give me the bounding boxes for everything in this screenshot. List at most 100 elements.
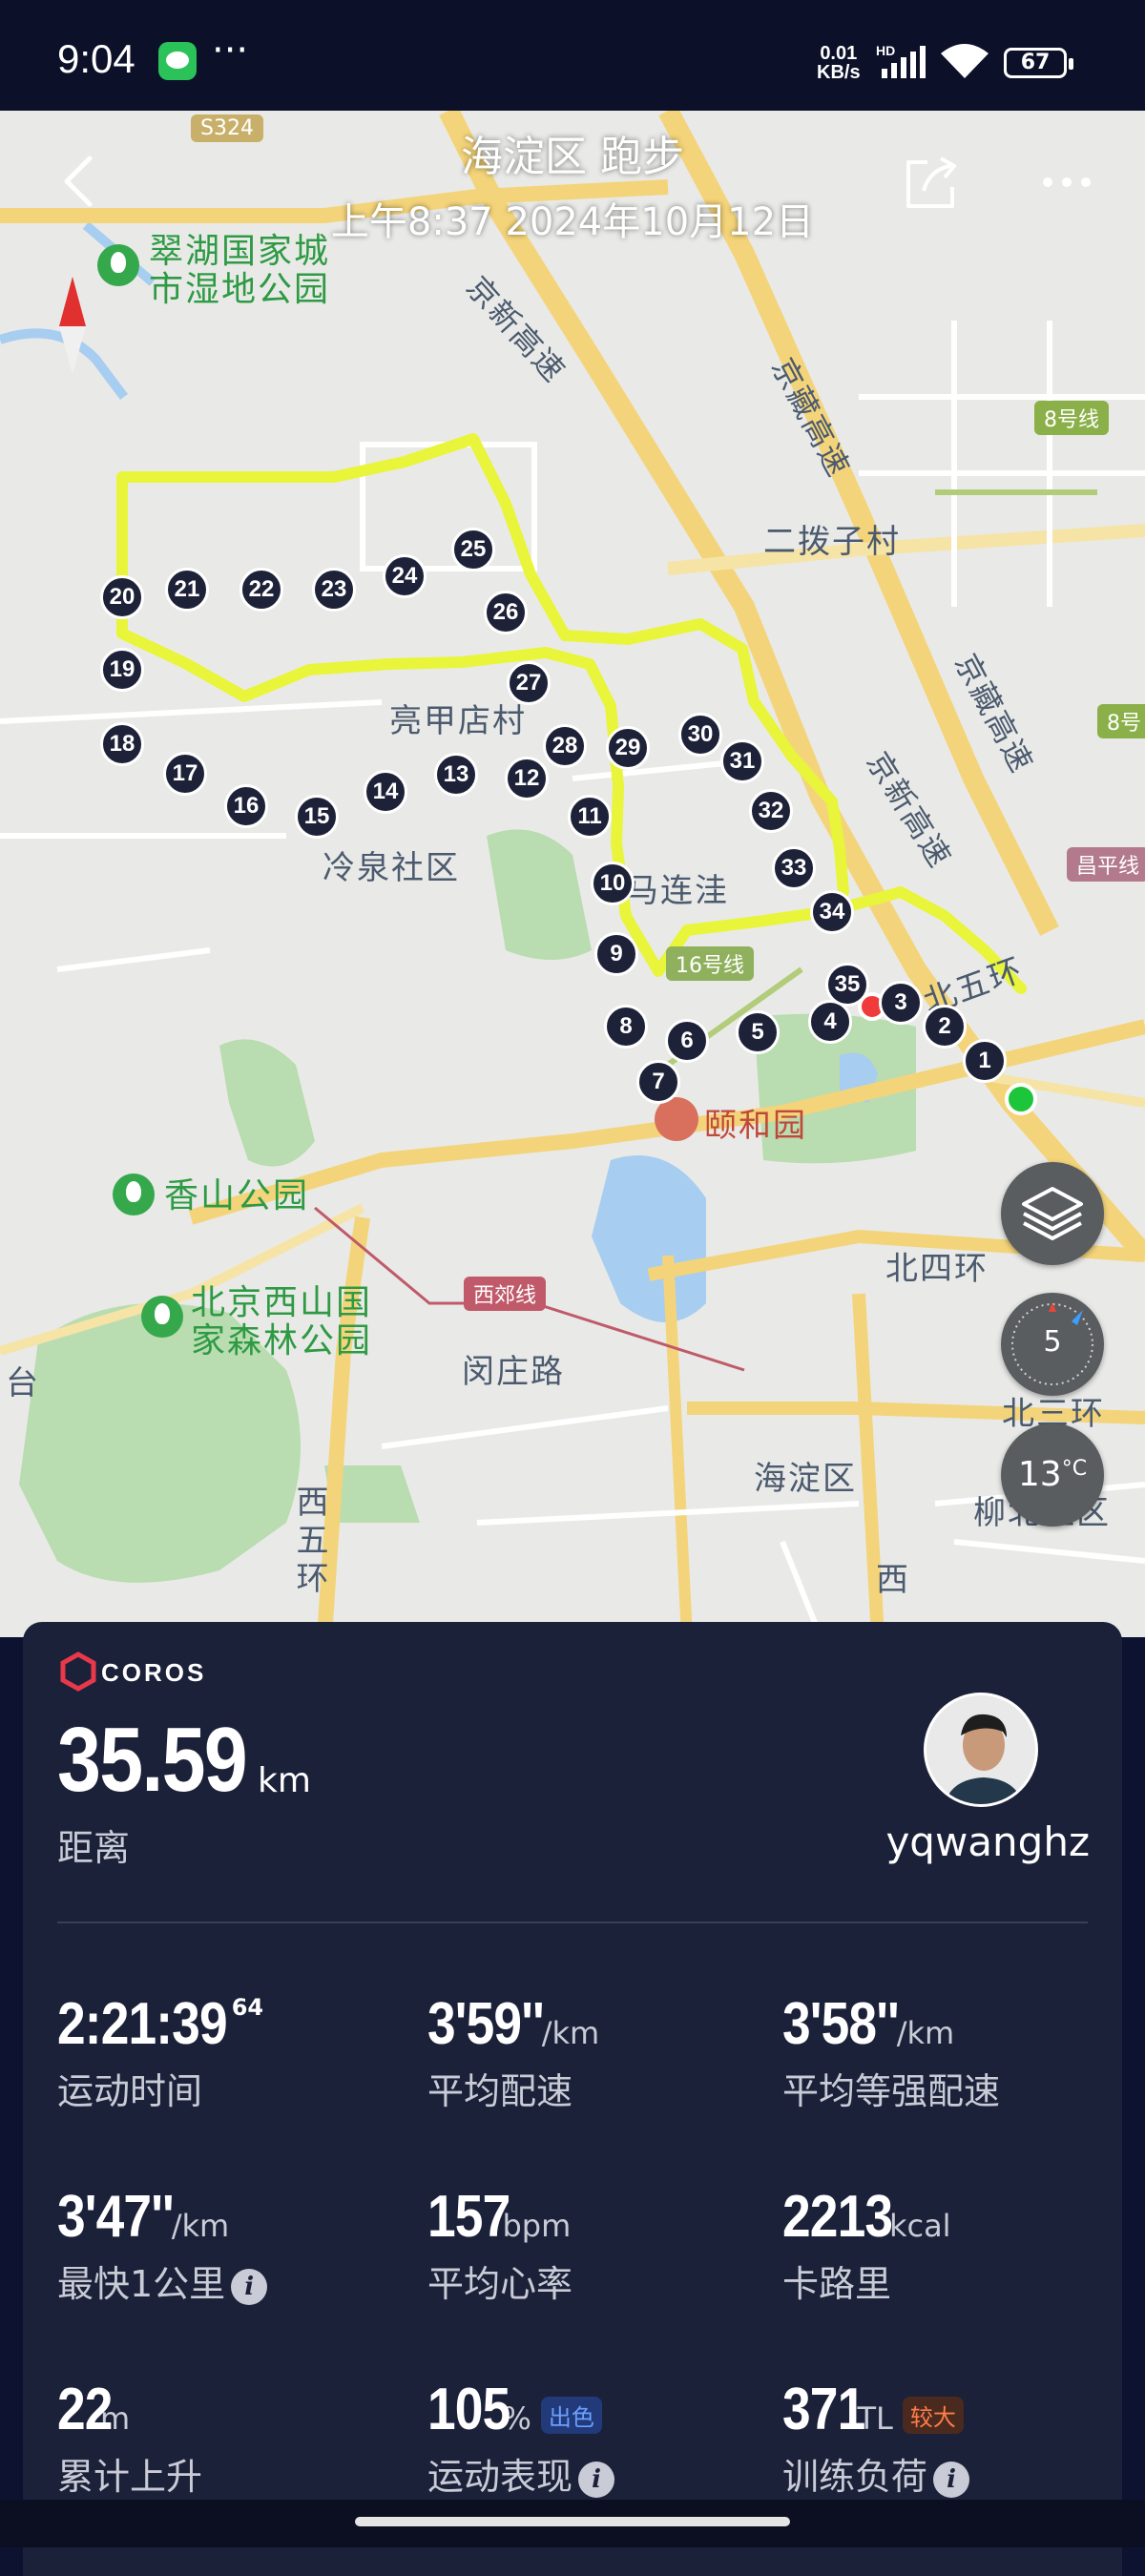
stat-value: 3'59''	[427, 1991, 545, 2057]
map-label-village: 马连洼	[626, 872, 729, 910]
status-time: 9:04	[57, 36, 135, 81]
stat-label: 卡路里	[782, 2263, 892, 2305]
temperature-value: 13	[1017, 1455, 1062, 1494]
more-icon[interactable]	[1038, 158, 1095, 206]
stat-value: 105	[427, 2377, 510, 2442]
wind-indicator[interactable]: 5	[1001, 1293, 1104, 1396]
km-marker[interactable]: 27	[507, 661, 551, 705]
stat-value: 2:21:39	[57, 1991, 228, 2057]
layers-button[interactable]	[1001, 1162, 1104, 1265]
stat-calories: 2213kcal 卡路里	[782, 2183, 951, 2307]
status-badge: 较大	[902, 2397, 964, 2434]
page-title: 海淀区 跑步	[461, 133, 684, 181]
status-badge: 出色	[540, 2397, 602, 2434]
km-marker[interactable]: 31	[720, 739, 764, 783]
km-marker[interactable]: 23	[312, 568, 356, 612]
subway-badge: 西郊线	[464, 1277, 547, 1311]
stat-avg-effort-pace: 3'58''/km 平均等强配速	[782, 1990, 1000, 2114]
km-marker[interactable]: 7	[636, 1060, 680, 1104]
map-label-road: 北四环	[885, 1250, 989, 1288]
km-marker[interactable]: 12	[505, 757, 549, 800]
km-marker[interactable]: 3	[879, 981, 923, 1025]
route-map[interactable]: S324 翠湖国家城 市湿地公园 京新高速 京藏高速 8号线 二拨子村 京藏高速…	[0, 111, 1145, 1637]
more-dots-icon: ···	[212, 29, 249, 73]
km-marker[interactable]: 9	[594, 932, 638, 976]
km-marker[interactable]: 8	[604, 1005, 648, 1049]
signal-icon: HD	[876, 44, 926, 78]
info-icon[interactable]: i	[231, 2268, 268, 2305]
svg-text:HD: HD	[876, 44, 895, 58]
stat-unit: /km	[896, 2015, 955, 2051]
km-marker[interactable]: 25	[451, 528, 495, 571]
km-marker[interactable]: 22	[239, 568, 283, 612]
status-bar: 9:04 ··· 0.01 KB/s HD 67	[0, 0, 1145, 111]
avatar[interactable]	[924, 1693, 1038, 1807]
stat-unit: /km	[171, 2208, 230, 2244]
map-label-village: 亮甲店村	[389, 702, 527, 740]
subway-badge: 8号线	[1034, 401, 1109, 435]
activity-summary-card: COROS 35.59 km 距离 yqwanghz 2:21:39 64 运动时…	[23, 1622, 1122, 2576]
stat-label: 运动时间	[57, 2070, 203, 2112]
info-icon[interactable]: i	[933, 2461, 970, 2498]
km-marker[interactable]: 5	[736, 1010, 780, 1054]
park-icon	[113, 1174, 155, 1215]
battery-icon: 67	[1004, 48, 1073, 78]
km-marker[interactable]: 33	[772, 846, 816, 890]
map-label-road: 西五环	[290, 1485, 328, 1599]
map-label-park: 北京西山国 家森林公园	[191, 1283, 373, 1361]
share-icon[interactable]	[901, 153, 962, 214]
km-marker[interactable]: 34	[810, 890, 854, 934]
stat-unit: kcal	[888, 2208, 951, 2244]
stat-label: 最快1公里	[57, 2263, 226, 2305]
wifi-icon	[941, 44, 989, 78]
map-label-edge: 台	[6, 1364, 40, 1402]
stat-label: 平均心率	[427, 2263, 573, 2305]
km-marker[interactable]: 24	[383, 554, 427, 598]
km-marker[interactable]: 2	[923, 1005, 967, 1049]
stat-performance: 105% 出色 运动表现 i	[427, 2376, 615, 2500]
divider	[57, 1922, 1088, 1923]
km-marker[interactable]: 28	[543, 724, 587, 768]
stat-value-fraction: 64	[231, 1994, 264, 2021]
km-marker[interactable]: 10	[591, 862, 635, 905]
km-marker[interactable]: 30	[678, 713, 722, 757]
stat-label: 训练负荷	[782, 2456, 928, 2498]
layers-icon	[1022, 1187, 1083, 1240]
info-icon[interactable]: i	[578, 2461, 615, 2498]
km-marker[interactable]: 18	[100, 722, 144, 766]
km-marker[interactable]: 11	[568, 795, 612, 839]
km-marker[interactable]: 14	[364, 770, 407, 814]
km-marker[interactable]: 13	[434, 753, 478, 797]
username[interactable]: yqwanghz	[885, 1818, 1090, 1865]
map-label-community: 冷泉社区	[323, 849, 460, 887]
km-marker[interactable]: 26	[484, 591, 528, 634]
stat-elevation-gain: 22m 累计上升	[57, 2376, 202, 2500]
km-marker[interactable]: 21	[165, 568, 209, 612]
stat-value: 2213	[782, 2184, 893, 2250]
km-marker[interactable]: 29	[606, 726, 650, 770]
stat-label: 平均等强配速	[782, 2070, 1001, 2112]
stat-value: 22	[57, 2377, 113, 2442]
stat-duration: 2:21:39 64 运动时间	[57, 1990, 263, 2114]
km-marker[interactable]: 19	[100, 648, 144, 692]
stat-label: 运动表现	[427, 2456, 573, 2498]
map-label-edge: 西	[876, 1561, 910, 1599]
subway-badge: 8号	[1097, 704, 1145, 738]
route-start-marker	[1005, 1083, 1037, 1115]
km-marker[interactable]: 17	[163, 752, 207, 796]
km-marker[interactable]: 20	[100, 575, 144, 619]
km-marker[interactable]: 16	[224, 784, 268, 828]
subway-badge: 16号线	[666, 946, 754, 981]
stat-avg-heart-rate: 157bpm 平均心率	[427, 2183, 572, 2307]
stat-unit: /km	[541, 2015, 600, 2051]
km-marker[interactable]: 1	[963, 1039, 1007, 1083]
temperature-indicator[interactable]: 13°C	[1001, 1423, 1104, 1527]
north-arrow-icon	[59, 277, 86, 374]
km-marker[interactable]: 15	[295, 795, 339, 839]
km-marker[interactable]: 6	[665, 1019, 709, 1063]
stat-label: 累计上升	[57, 2456, 203, 2498]
home-indicator[interactable]	[355, 2517, 790, 2526]
km-marker[interactable]: 32	[749, 789, 793, 833]
km-marker[interactable]: 35	[825, 963, 869, 1007]
stat-training-load: 371TL 较大 训练负荷 i	[782, 2376, 970, 2500]
